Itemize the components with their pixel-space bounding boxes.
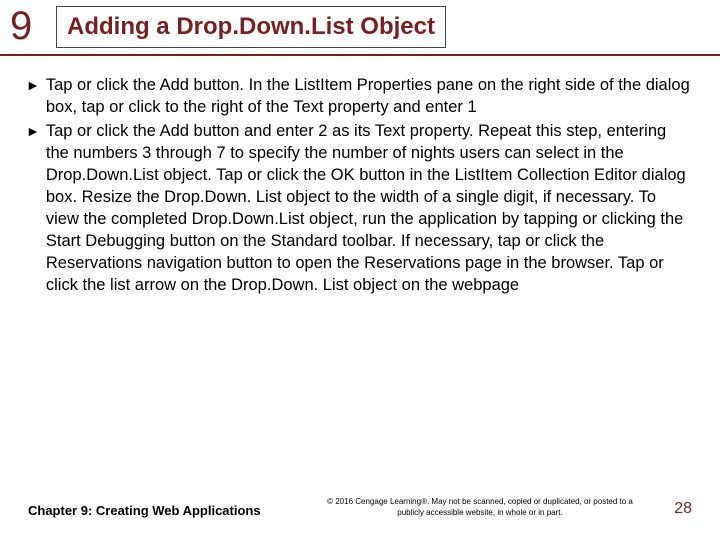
slide-content: ► Tap or click the Add button. In the Li… xyxy=(0,56,720,296)
chapter-number: 9 xyxy=(10,4,32,49)
slide-header: 9 Adding a Drop.Down.List Object xyxy=(0,0,720,56)
bullet-text: Tap or click the Add button and enter 2 … xyxy=(46,120,690,296)
bullet-text: Tap or click the Add button. In the List… xyxy=(46,74,690,118)
bullet-item: ► Tap or click the Add button and enter … xyxy=(42,120,690,296)
page-number: 28 xyxy=(652,500,692,518)
slide-footer: Chapter 9: Creating Web Applications © 2… xyxy=(0,496,720,518)
triangle-bullet-icon: ► xyxy=(26,120,40,142)
slide-title: Adding a Drop.Down.List Object xyxy=(67,13,435,40)
title-container: Adding a Drop.Down.List Object xyxy=(56,6,446,48)
triangle-bullet-icon: ► xyxy=(26,74,40,96)
bullet-item: ► Tap or click the Add button. In the Li… xyxy=(42,74,690,118)
footer-copyright: © 2016 Cengage Learning®. May not be sca… xyxy=(308,496,652,518)
footer-chapter-label: Chapter 9: Creating Web Applications xyxy=(28,503,308,518)
